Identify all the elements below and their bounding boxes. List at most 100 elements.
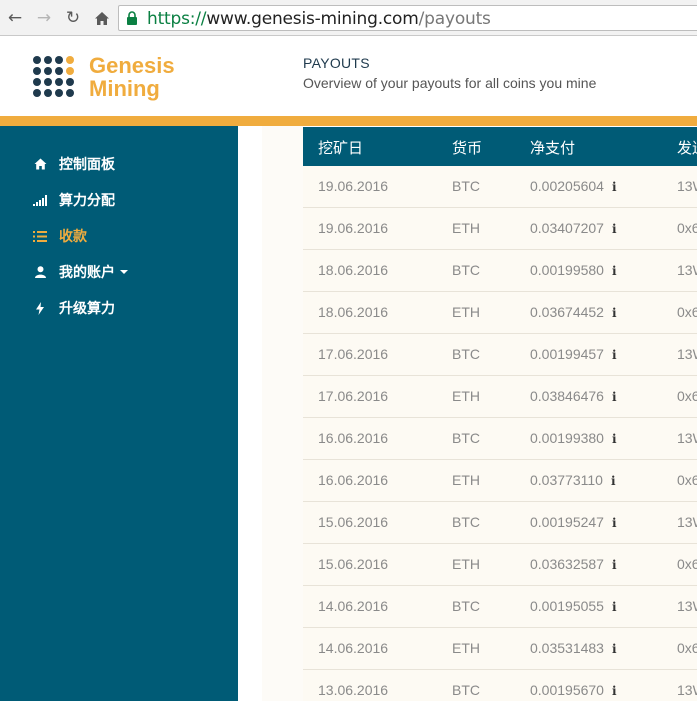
table-header: 挖矿日 货币 净支付 发送 <box>303 127 697 166</box>
sidebar-item-upgrade[interactable]: 升级算力 <box>30 298 115 318</box>
sidebar-item-label: 算力分配 <box>59 193 115 209</box>
info-icon[interactable]: i <box>612 432 617 446</box>
table-row: 17.06.2016 ETH 0.03846476 i 0x6 <box>303 376 697 418</box>
cell-date: 14.06.2016 <box>318 640 389 656</box>
reload-icon[interactable]: ↻ <box>62 7 84 29</box>
column-header-amount[interactable]: 净支付 <box>530 137 575 158</box>
brand-line-2: Mining <box>89 76 160 101</box>
info-icon[interactable]: i <box>612 684 617 698</box>
sidebar-item-label: 收款 <box>59 229 87 245</box>
info-icon[interactable]: i <box>612 222 617 236</box>
sidebar-item-payouts[interactable]: 收款 <box>30 226 87 246</box>
sidebar-item-hashpower[interactable]: 算力分配 <box>30 190 115 210</box>
amount-value: 0.00199580 <box>530 262 604 278</box>
cell-address: 13W <box>677 178 697 194</box>
cell-coin: BTC <box>452 598 480 614</box>
brand-logo-text[interactable]: Genesis Mining <box>89 54 175 100</box>
info-icon[interactable]: i <box>612 558 617 572</box>
table-row: 18.06.2016 ETH 0.03674452 i 0x6 <box>303 292 697 334</box>
table-row: 14.06.2016 ETH 0.03531483 i 0x6 <box>303 628 697 670</box>
genesis-logo-icon[interactable] <box>33 56 74 97</box>
brand-line-1: Genesis <box>89 53 175 78</box>
cell-date: 17.06.2016 <box>318 388 389 404</box>
cell-amount: 0.03632587 i <box>530 556 617 572</box>
cell-date: 16.06.2016 <box>318 472 389 488</box>
lightning-icon <box>30 301 50 315</box>
info-icon[interactable]: i <box>612 264 617 278</box>
cell-date: 17.06.2016 <box>318 346 389 362</box>
info-icon[interactable]: i <box>612 180 617 194</box>
logo-dot <box>44 78 52 86</box>
lock-icon <box>127 11 137 25</box>
amount-value: 0.03531483 <box>530 640 604 656</box>
cell-coin: ETH <box>452 640 480 656</box>
logo-dot <box>33 89 41 97</box>
amount-value: 0.03846476 <box>530 388 604 404</box>
amount-value: 0.00205604 <box>530 178 604 194</box>
logo-dot <box>55 89 63 97</box>
page-subtitle: Overview of your payouts for all coins y… <box>303 75 597 91</box>
signal-bars-icon <box>30 194 50 206</box>
info-icon[interactable]: i <box>612 600 617 614</box>
logo-dot <box>33 78 41 86</box>
logo-dot <box>33 67 41 75</box>
amount-value: 0.00199457 <box>530 346 604 362</box>
cell-coin: BTC <box>452 178 480 194</box>
sidebar-item-dashboard[interactable]: 控制面板 <box>30 154 115 174</box>
cell-coin: BTC <box>452 514 480 530</box>
cell-amount: 0.03531483 i <box>530 640 617 656</box>
sidebar-item-label: 升级算力 <box>59 301 115 317</box>
cell-coin: BTC <box>452 430 480 446</box>
table-row: 16.06.2016 ETH 0.03773110 i 0x6 <box>303 460 697 502</box>
info-icon[interactable]: i <box>612 306 617 320</box>
info-icon[interactable]: i <box>612 390 617 404</box>
logo-dot <box>66 78 74 86</box>
sidebar-item-my-account[interactable]: 我的账户 <box>30 262 128 282</box>
cell-coin: ETH <box>452 556 480 572</box>
browser-toolbar: ← → ↻ https://www.genesis-mining.com/pay… <box>0 0 697 36</box>
back-arrow-icon[interactable]: ← <box>4 7 26 29</box>
info-icon[interactable]: i <box>612 642 617 656</box>
amount-value: 0.00199380 <box>530 430 604 446</box>
cell-address: 13W <box>677 514 697 530</box>
logo-dot <box>55 67 63 75</box>
amount-value: 0.03773110 <box>530 472 603 488</box>
home-icon <box>30 158 50 170</box>
cell-amount: 0.00205604 i <box>530 178 617 194</box>
cell-amount: 0.00195055 i <box>530 598 617 614</box>
table-body: 19.06.2016 BTC 0.00205604 i 13W 19.06.2016 ETH… <box>303 166 697 701</box>
amount-value: 0.03632587 <box>530 556 604 572</box>
cell-amount: 0.03407207 i <box>530 220 617 236</box>
sidebar-item-label: 我的账户 <box>59 265 115 281</box>
column-header-coin[interactable]: 货币 <box>452 137 482 158</box>
logo-dot <box>44 89 52 97</box>
cell-amount: 0.03773110 i <box>530 472 616 488</box>
cell-amount: 0.03674452 i <box>530 304 617 320</box>
info-icon[interactable]: i <box>612 516 617 530</box>
address-bar[interactable]: https://www.genesis-mining.com/payouts <box>118 5 697 31</box>
info-icon[interactable]: i <box>612 348 617 362</box>
cell-amount: 0.00199457 i <box>530 346 617 362</box>
logo-dot <box>44 67 52 75</box>
table-row: 19.06.2016 ETH 0.03407207 i 0x6 <box>303 208 697 250</box>
main-content: 挖矿日 货币 净支付 发送 19.06.2016 BTC 0.00205604 i 13… <box>238 126 697 701</box>
payouts-table: 挖矿日 货币 净支付 发送 19.06.2016 BTC 0.00205604 i 13… <box>303 127 697 701</box>
forward-arrow-icon[interactable]: → <box>33 7 55 29</box>
cell-date: 13.06.2016 <box>318 682 389 698</box>
cell-date: 19.06.2016 <box>318 178 389 194</box>
cell-coin: ETH <box>452 388 480 404</box>
cell-coin: BTC <box>452 262 480 278</box>
amount-value: 0.00195247 <box>530 514 604 530</box>
list-icon <box>30 230 50 242</box>
cell-address: 0x6 <box>677 220 697 236</box>
cell-coin: BTC <box>452 346 480 362</box>
page-title: PAYOUTS <box>303 55 370 71</box>
cell-address: 13W <box>677 346 697 362</box>
info-icon[interactable]: i <box>611 474 616 488</box>
cell-coin: ETH <box>452 304 480 320</box>
column-header-sent-to[interactable]: 发送 <box>677 137 697 158</box>
cell-date: 15.06.2016 <box>318 556 389 572</box>
home-page-icon[interactable] <box>91 7 113 29</box>
column-header-date[interactable]: 挖矿日 <box>318 137 363 158</box>
table-row: 19.06.2016 BTC 0.00205604 i 13W <box>303 166 697 208</box>
